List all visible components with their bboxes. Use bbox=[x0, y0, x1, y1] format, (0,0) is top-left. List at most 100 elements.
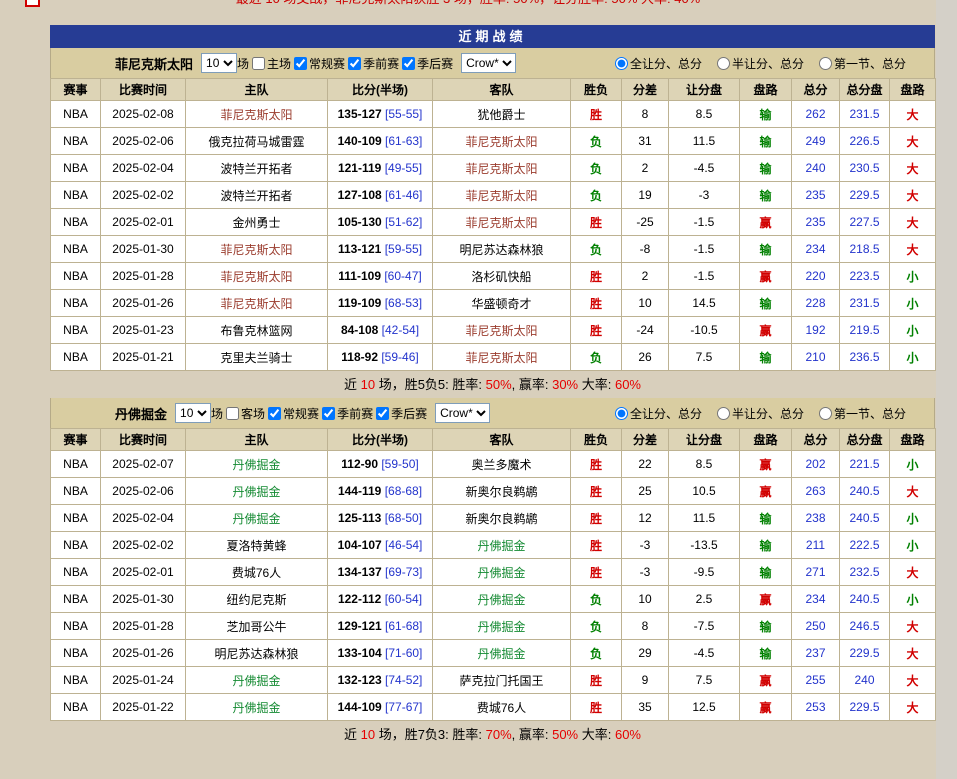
total-line-cell: 240 bbox=[840, 667, 890, 694]
regular-season-filter[interactable]: 常规赛 bbox=[265, 405, 319, 422]
col-header-away: 客队 bbox=[433, 79, 571, 101]
result-cell: 胜 bbox=[571, 263, 622, 290]
result-row: NBA2025-01-24丹佛掘金132-123 [74-52]萨克拉门托国王胜… bbox=[51, 667, 936, 694]
scope-full-handicap-input[interactable] bbox=[615, 407, 628, 420]
date-cell: 2025-01-28 bbox=[101, 613, 186, 640]
result-row: NBA2025-01-28菲尼克斯太阳111-109 [60-47]洛杉矶快船胜… bbox=[51, 263, 936, 290]
result-row: NBA2025-01-23布鲁克林篮网84-108 [42-54]菲尼克斯太阳胜… bbox=[51, 317, 936, 344]
league-cell: NBA bbox=[51, 694, 101, 721]
date-cell: 2025-02-01 bbox=[101, 559, 186, 586]
scope-half-handicap-radio[interactable]: 半让分、总分 bbox=[714, 405, 804, 422]
total-line-cell: 229.5 bbox=[840, 182, 890, 209]
total-result-cell: 大 bbox=[890, 182, 936, 209]
result-cell: 负 bbox=[571, 128, 622, 155]
score-cell: 121-119 [49-55] bbox=[328, 155, 433, 182]
score-cell: 84-108 [42-54] bbox=[328, 317, 433, 344]
col-header-total-line: 总分盘 bbox=[840, 429, 890, 451]
total-line-cell: 218.5 bbox=[840, 236, 890, 263]
total-result-cell: 小 bbox=[890, 263, 936, 290]
scope-first-quarter-input[interactable] bbox=[819, 407, 832, 420]
scope-half-handicap-radio[interactable]: 半让分、总分 bbox=[714, 55, 804, 72]
col-header-home: 主队 bbox=[186, 79, 328, 101]
scope-first-quarter-radio[interactable]: 第一节、总分 bbox=[816, 405, 906, 422]
handicap-result-cell: 赢 bbox=[740, 667, 792, 694]
preseason-filter[interactable]: 季前赛 bbox=[345, 55, 399, 72]
date-cell: 2025-02-02 bbox=[101, 182, 186, 209]
league-cell: NBA bbox=[51, 586, 101, 613]
summary-segment: 场，胜7负3: 胜率: bbox=[375, 727, 486, 742]
col-header-total: 总分 bbox=[792, 429, 840, 451]
result-cell: 胜 bbox=[571, 694, 622, 721]
total-points-cell: 235 bbox=[792, 182, 840, 209]
total-line-cell: 240.5 bbox=[840, 586, 890, 613]
bookmaker-select[interactable]: Crow* bbox=[461, 53, 516, 73]
venue-filter[interactable]: 客场 bbox=[223, 405, 265, 422]
away-team-cell: 菲尼克斯太阳 bbox=[433, 209, 571, 236]
score-cell: 135-127 [55-55] bbox=[328, 101, 433, 128]
total-result-cell: 大 bbox=[890, 128, 936, 155]
total-result-cell: 大 bbox=[890, 101, 936, 128]
handicap-result-cell: 输 bbox=[740, 236, 792, 263]
playoffs-filter[interactable]: 季后赛 bbox=[373, 405, 427, 422]
regular-season-checkbox[interactable] bbox=[294, 57, 307, 70]
preseason-checkbox[interactable] bbox=[322, 407, 335, 420]
home-team-cell: 俄克拉荷马城雷霆 bbox=[186, 128, 328, 155]
venue-filter[interactable]: 主场 bbox=[249, 55, 291, 72]
score-cell: 134-137 [69-73] bbox=[328, 559, 433, 586]
total-line-cell: 232.5 bbox=[840, 559, 890, 586]
scope-first-quarter-radio[interactable]: 第一节、总分 bbox=[816, 55, 906, 72]
home-team-cell: 丹佛掘金 bbox=[186, 667, 328, 694]
nuggets-filter-bar: 丹佛掘金 10 场 客场 常规赛 季前赛 bbox=[50, 398, 935, 428]
scope-first-quarter-label: 第一节、总分 bbox=[834, 405, 906, 422]
playoffs-checkbox[interactable] bbox=[402, 57, 415, 70]
col-header-handicap-trend: 盘路 bbox=[740, 79, 792, 101]
regular-season-checkbox[interactable] bbox=[268, 407, 281, 420]
games-count-select[interactable]: 10 bbox=[201, 53, 237, 73]
scope-full-handicap-input[interactable] bbox=[615, 57, 628, 70]
handicap-result-cell: 输 bbox=[740, 505, 792, 532]
point-diff-cell: 26 bbox=[622, 344, 669, 371]
point-diff-cell: 2 bbox=[622, 263, 669, 290]
col-header-total-line: 总分盘 bbox=[840, 79, 890, 101]
regular-season-filter[interactable]: 常规赛 bbox=[291, 55, 345, 72]
total-line-cell: 221.5 bbox=[840, 451, 890, 478]
team-name: 丹佛掘金 bbox=[115, 404, 167, 423]
scope-first-quarter-input[interactable] bbox=[819, 57, 832, 70]
result-row: NBA2025-02-06俄克拉荷马城雷霆140-109 [61-63]菲尼克斯… bbox=[51, 128, 936, 155]
total-points-cell: 228 bbox=[792, 290, 840, 317]
venue-checkbox[interactable] bbox=[226, 407, 239, 420]
home-team-cell: 布鲁克林篮网 bbox=[186, 317, 328, 344]
handicap-result-cell: 输 bbox=[740, 182, 792, 209]
total-line-cell: 229.5 bbox=[840, 694, 890, 721]
point-diff-cell: 31 bbox=[622, 128, 669, 155]
handicap-line-cell: -3 bbox=[669, 182, 740, 209]
venue-checkbox[interactable] bbox=[252, 57, 265, 70]
summary-segment: 场，胜5负5: 胜率: bbox=[375, 377, 486, 392]
games-count-select[interactable]: 10 bbox=[175, 403, 211, 423]
away-team-cell: 丹佛掘金 bbox=[433, 640, 571, 667]
handicap-line-cell: 8.5 bbox=[669, 451, 740, 478]
home-team-cell: 菲尼克斯太阳 bbox=[186, 236, 328, 263]
clipped-checkbox[interactable] bbox=[25, 0, 40, 7]
playoffs-checkbox[interactable] bbox=[376, 407, 389, 420]
scope-full-handicap-radio[interactable]: 全让分、总分 bbox=[612, 405, 702, 422]
playoffs-filter[interactable]: 季后赛 bbox=[399, 55, 453, 72]
total-line-cell: 240.5 bbox=[840, 478, 890, 505]
scope-half-handicap-input[interactable] bbox=[717, 407, 730, 420]
point-diff-cell: 29 bbox=[622, 640, 669, 667]
point-diff-cell: -3 bbox=[622, 559, 669, 586]
total-result-cell: 小 bbox=[890, 344, 936, 371]
handicap-result-cell: 输 bbox=[740, 532, 792, 559]
scope-full-handicap-radio[interactable]: 全让分、总分 bbox=[612, 55, 702, 72]
preseason-filter[interactable]: 季前赛 bbox=[319, 405, 373, 422]
total-points-cell: 220 bbox=[792, 263, 840, 290]
summary-segment: , 赢率: bbox=[512, 377, 552, 392]
league-cell: NBA bbox=[51, 290, 101, 317]
preseason-checkbox[interactable] bbox=[348, 57, 361, 70]
point-diff-cell: 8 bbox=[622, 613, 669, 640]
league-cell: NBA bbox=[51, 559, 101, 586]
handicap-line-cell: 8.5 bbox=[669, 101, 740, 128]
scope-half-handicap-input[interactable] bbox=[717, 57, 730, 70]
bookmaker-select[interactable]: Crow* bbox=[435, 403, 490, 423]
total-points-cell: 234 bbox=[792, 586, 840, 613]
